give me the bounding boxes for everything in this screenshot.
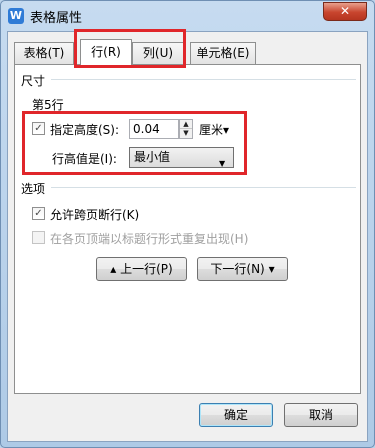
- repeat-header-row-label: 在各页顶端以标题行形式重复出现(H): [50, 232, 249, 246]
- size-group-title: 尺寸: [21, 74, 46, 88]
- ok-button[interactable]: 确定: [199, 403, 273, 427]
- wps-app-icon: W: [8, 8, 24, 24]
- unit-dropdown-icon: ▾: [223, 123, 230, 137]
- allow-row-break-checkbox[interactable]: ✓: [32, 207, 45, 220]
- allow-row-break-label: 允许跨页断行(K): [50, 208, 140, 222]
- arrow-down-icon: ▾: [268, 262, 275, 276]
- check-icon: ✓: [34, 123, 43, 134]
- next-row-button[interactable]: 下一行(N) ▾: [197, 257, 288, 281]
- tab-column[interactable]: 列(U): [132, 42, 184, 64]
- specify-height-checkbox[interactable]: ✓: [32, 122, 45, 135]
- cancel-button[interactable]: 取消: [284, 403, 358, 427]
- options-group-title: 选项: [21, 182, 46, 196]
- row-height-is-label: 行高值是(I):: [52, 152, 117, 166]
- specify-height-label: 指定高度(S):: [50, 123, 120, 137]
- size-group-divider: [51, 79, 356, 80]
- tab-row[interactable]: 行(R): [80, 39, 132, 65]
- row-tab-panel: 尺寸 第5行 ✓ 指定高度(S): 0.04 ▲ ▼ 厘米▾ 行高值是(I): …: [14, 64, 361, 394]
- dialog-title: 表格属性: [30, 11, 83, 26]
- chevron-down-icon: ▼: [219, 159, 226, 168]
- row-number-label: 第5行: [32, 98, 64, 112]
- options-group-divider: [51, 187, 356, 188]
- previous-row-label: 上一行(P): [120, 262, 173, 276]
- unit-label: 厘米: [199, 123, 224, 137]
- previous-row-button[interactable]: ▴ 上一行(P): [96, 257, 187, 281]
- check-icon: ✓: [34, 208, 43, 219]
- dialog-body: 表格(T) 行(R) 列(U) 单元格(E) 尺寸 第5行 ✓ 指定高度(S):…: [7, 31, 368, 442]
- tab-cell[interactable]: 单元格(E): [190, 42, 256, 64]
- spin-down-icon[interactable]: ▼: [180, 129, 192, 138]
- unit-selector[interactable]: 厘米▾: [199, 121, 229, 138]
- tab-table[interactable]: 表格(T): [14, 42, 74, 64]
- row-height-rule-select[interactable]: 最小值 ▼: [129, 147, 234, 168]
- height-value-input[interactable]: 0.04: [129, 119, 179, 139]
- title-bar[interactable]: W 表格属性 ✕: [1, 1, 374, 31]
- close-button[interactable]: ✕: [323, 2, 367, 21]
- height-spinner[interactable]: ▲ ▼: [179, 119, 193, 139]
- row-height-rule-value: 最小值: [134, 150, 171, 164]
- repeat-header-row-checkbox[interactable]: [32, 231, 45, 244]
- spin-up-icon[interactable]: ▲: [180, 120, 192, 129]
- next-row-label: 下一行(N): [210, 262, 265, 276]
- table-properties-dialog: W 表格属性 ✕ 表格(T) 行(R) 列(U) 单元格(E) 尺寸 第5行 ✓…: [0, 0, 375, 448]
- arrow-up-icon: ▴: [110, 262, 117, 276]
